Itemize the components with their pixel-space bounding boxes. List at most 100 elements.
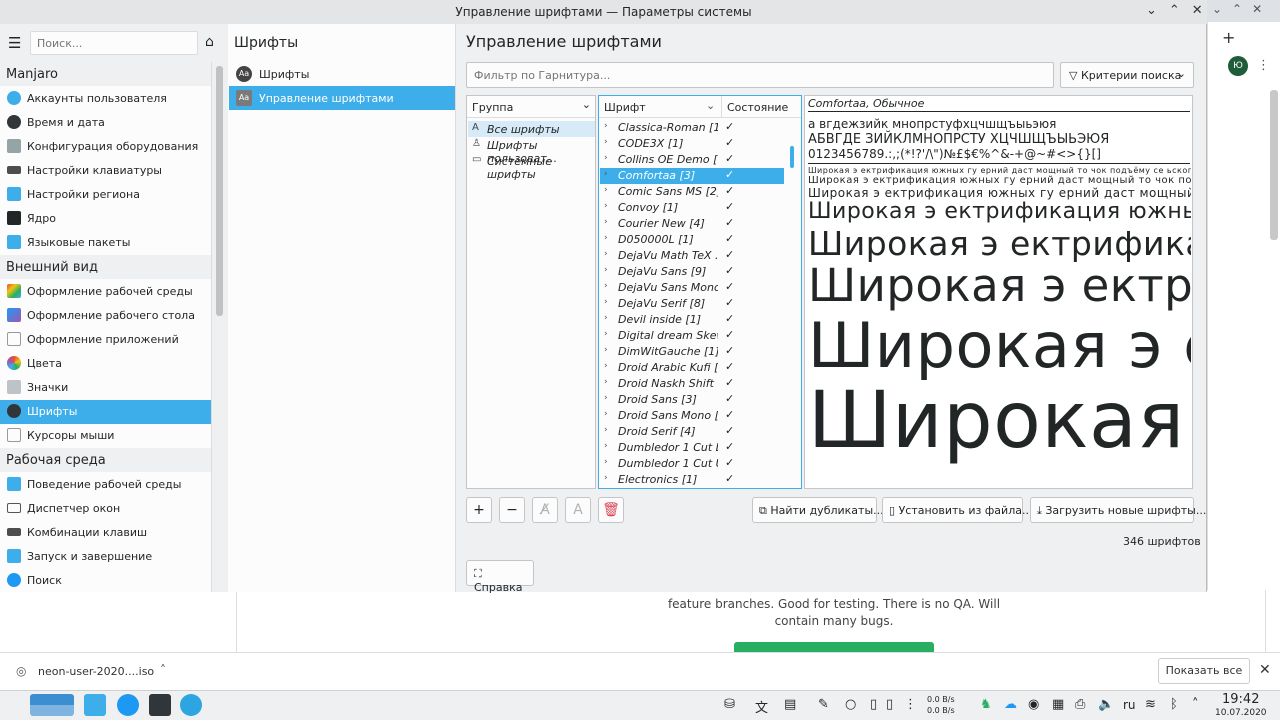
check-icon[interactable]: ✓ bbox=[725, 456, 734, 469]
check-icon[interactable]: ✓ bbox=[725, 408, 734, 421]
cloud-icon[interactable]: ☁ bbox=[1004, 697, 1017, 712]
sidebar-item-region[interactable]: Настройки региона bbox=[0, 183, 211, 207]
keyboard-icon[interactable]: ▤ bbox=[784, 697, 796, 712]
check-icon[interactable]: ✓ bbox=[725, 472, 734, 485]
check-icon[interactable]: ✓ bbox=[725, 312, 734, 325]
font-row[interactable]: › Comic Sans MS [2] ✓ bbox=[600, 184, 784, 200]
column-separator[interactable] bbox=[721, 96, 722, 118]
font-row[interactable]: › Courier New [4] ✓ bbox=[600, 216, 784, 232]
sidebar-item-colors[interactable]: Цвета bbox=[0, 352, 211, 376]
meter-icon[interactable]: ⋮ bbox=[904, 697, 917, 712]
browser-icon[interactable] bbox=[117, 694, 139, 716]
chevron-right-icon[interactable]: › bbox=[604, 137, 608, 147]
sidebar-item-global-theme[interactable]: Оформление рабочей среды bbox=[0, 280, 211, 304]
chevron-right-icon[interactable]: › bbox=[604, 361, 608, 371]
font-row[interactable]: › DimWitGauche [1] ✓ bbox=[600, 344, 784, 360]
updates-icon[interactable]: ◉ bbox=[1028, 697, 1039, 712]
font-row[interactable]: › Dumbledor 1 Cut U... ✓ bbox=[600, 456, 784, 472]
clipboard-icon[interactable]: ▦ bbox=[1052, 697, 1064, 712]
font-row[interactable]: › DejaVu Sans [9] ✓ bbox=[600, 264, 784, 280]
browser-window-controls[interactable]: ⌄⌃✕ bbox=[1212, 2, 1272, 16]
chevron-right-icon[interactable]: › bbox=[604, 473, 608, 483]
check-icon[interactable]: ✓ bbox=[725, 152, 734, 165]
home-icon[interactable]: ⌂ bbox=[205, 34, 214, 50]
meter-icon[interactable]: ▯ bbox=[870, 697, 877, 712]
wifi-icon[interactable]: ≋ bbox=[1145, 697, 1156, 712]
font-column-header[interactable]: Шрифт bbox=[604, 101, 646, 114]
check-icon[interactable]: ✓ bbox=[725, 136, 734, 149]
printer-icon[interactable]: ⎙ bbox=[1075, 697, 1085, 712]
pager-icon[interactable] bbox=[30, 694, 74, 716]
font-row[interactable]: › CODE3X [1] ✓ bbox=[600, 136, 784, 152]
chevron-right-icon[interactable]: › bbox=[604, 153, 608, 163]
chevron-right-icon[interactable]: › bbox=[604, 297, 608, 307]
download-filename[interactable]: neon-user-2020....iso bbox=[38, 665, 154, 678]
sidebar-item-search[interactable]: Поиск bbox=[0, 569, 211, 593]
sidebar-item-plasma-style[interactable]: Оформление рабочего стола bbox=[0, 304, 211, 328]
hamburger-menu-icon[interactable]: ☰ bbox=[8, 34, 21, 52]
font-row[interactable]: › Dumbledor 1 Cut D... ✓ bbox=[600, 440, 784, 456]
chevron-up-icon[interactable]: ˄ bbox=[160, 663, 166, 677]
browser-menu-icon[interactable]: ⋮ bbox=[1257, 58, 1270, 73]
chevron-right-icon[interactable]: › bbox=[604, 217, 608, 227]
chevron-up-icon[interactable]: ˄ bbox=[1192, 697, 1199, 712]
clock-date[interactable]: 10.07.2020 bbox=[1215, 708, 1267, 718]
chevron-right-icon[interactable]: › bbox=[604, 201, 608, 211]
disable-font-icon[interactable]: A̸ bbox=[532, 497, 558, 523]
chevron-right-icon[interactable]: › bbox=[604, 425, 608, 435]
browser-download-button[interactable] bbox=[734, 642, 934, 652]
volume-icon[interactable]: 🔈 bbox=[1098, 697, 1114, 712]
chevron-right-icon[interactable]: › bbox=[604, 265, 608, 275]
font-row[interactable]: › Convoy [1] ✓ bbox=[600, 200, 784, 216]
font-row[interactable]: › Collins OE Demo [1] ✓ bbox=[600, 152, 784, 168]
sidebar-item-hardware[interactable]: Конфигурация оборудования bbox=[0, 135, 211, 159]
database-icon[interactable]: ⛁ bbox=[724, 697, 735, 712]
sidebar-item-workspace-behavior[interactable]: Поведение рабочей среды bbox=[0, 473, 211, 497]
ghost-icon[interactable]: ♞ bbox=[980, 697, 992, 712]
check-icon[interactable]: ✓ bbox=[725, 328, 734, 341]
check-icon[interactable]: ✓ bbox=[725, 232, 734, 245]
chevron-right-icon[interactable]: › bbox=[604, 233, 608, 243]
check-icon[interactable]: ✓ bbox=[725, 296, 734, 309]
file-manager-icon[interactable] bbox=[84, 694, 106, 716]
keyboard-layout[interactable]: ru bbox=[1123, 698, 1136, 712]
sidebar-item-startup[interactable]: Запуск и завершение bbox=[0, 545, 211, 569]
download-fonts-button[interactable]: ⤓ Загрузить новые шрифты... bbox=[1030, 497, 1206, 523]
font-row[interactable]: › Droid Sans Mono [1] ✓ bbox=[600, 408, 784, 424]
check-icon[interactable]: ✓ bbox=[725, 120, 734, 133]
filter-input[interactable] bbox=[466, 62, 1054, 88]
install-from-file-button[interactable]: ▯ Установить из файла... bbox=[882, 497, 1032, 523]
check-icon[interactable]: ✓ bbox=[725, 440, 734, 453]
sidebar-item-kernel[interactable]: Ядро bbox=[0, 207, 211, 231]
check-icon[interactable]: ✓ bbox=[725, 184, 734, 197]
sidebar-item-time[interactable]: Время и дата bbox=[0, 111, 211, 135]
chevron-right-icon[interactable]: › bbox=[604, 185, 608, 195]
sidebar-item-keyboard[interactable]: Настройки клавиатуры bbox=[0, 159, 211, 183]
font-row[interactable]: › DejaVu Sans Mono ... ✓ bbox=[600, 280, 784, 296]
chevron-right-icon[interactable]: › bbox=[604, 329, 608, 339]
bluetooth-icon[interactable]: ᛒ bbox=[1170, 697, 1178, 712]
chevron-right-icon[interactable]: › bbox=[604, 457, 608, 467]
meter-icon[interactable]: ▯ bbox=[886, 697, 893, 712]
check-icon[interactable]: ✓ bbox=[725, 168, 734, 181]
sidebar-item-language-packs[interactable]: Языковые пакеты bbox=[0, 231, 211, 255]
font-row[interactable]: › DejaVu Serif [8] ✓ bbox=[600, 296, 784, 312]
chevron-right-icon[interactable]: › bbox=[604, 441, 608, 451]
font-row[interactable]: › Classica-Roman [1] ✓ bbox=[600, 120, 784, 136]
pen-icon[interactable]: ✎ bbox=[818, 697, 829, 712]
subcategory-item-font-management[interactable]: Aa Управление шрифтами bbox=[229, 86, 455, 110]
add-tab-icon[interactable]: + bbox=[1222, 28, 1235, 47]
terminal-icon[interactable] bbox=[149, 694, 171, 716]
check-icon[interactable]: ✓ bbox=[725, 376, 734, 389]
chevron-right-icon[interactable]: › bbox=[604, 409, 608, 419]
add-group-button[interactable]: + bbox=[466, 497, 492, 523]
search-input[interactable] bbox=[30, 31, 198, 55]
check-icon[interactable]: ✓ bbox=[725, 424, 734, 437]
close-icon[interactable]: ✕ bbox=[1259, 662, 1271, 678]
translate-icon[interactable]: 文 bbox=[755, 697, 768, 716]
sidebar-item-window-manager[interactable]: Диспетчер окон bbox=[0, 497, 211, 521]
search-criteria-button[interactable]: ▽ Критерии поиска ⌄ bbox=[1060, 62, 1194, 88]
chevron-right-icon[interactable]: › bbox=[604, 121, 608, 131]
avatar[interactable]: Ю bbox=[1228, 56, 1248, 76]
group-header[interactable]: Группа ⌄ bbox=[467, 96, 595, 118]
